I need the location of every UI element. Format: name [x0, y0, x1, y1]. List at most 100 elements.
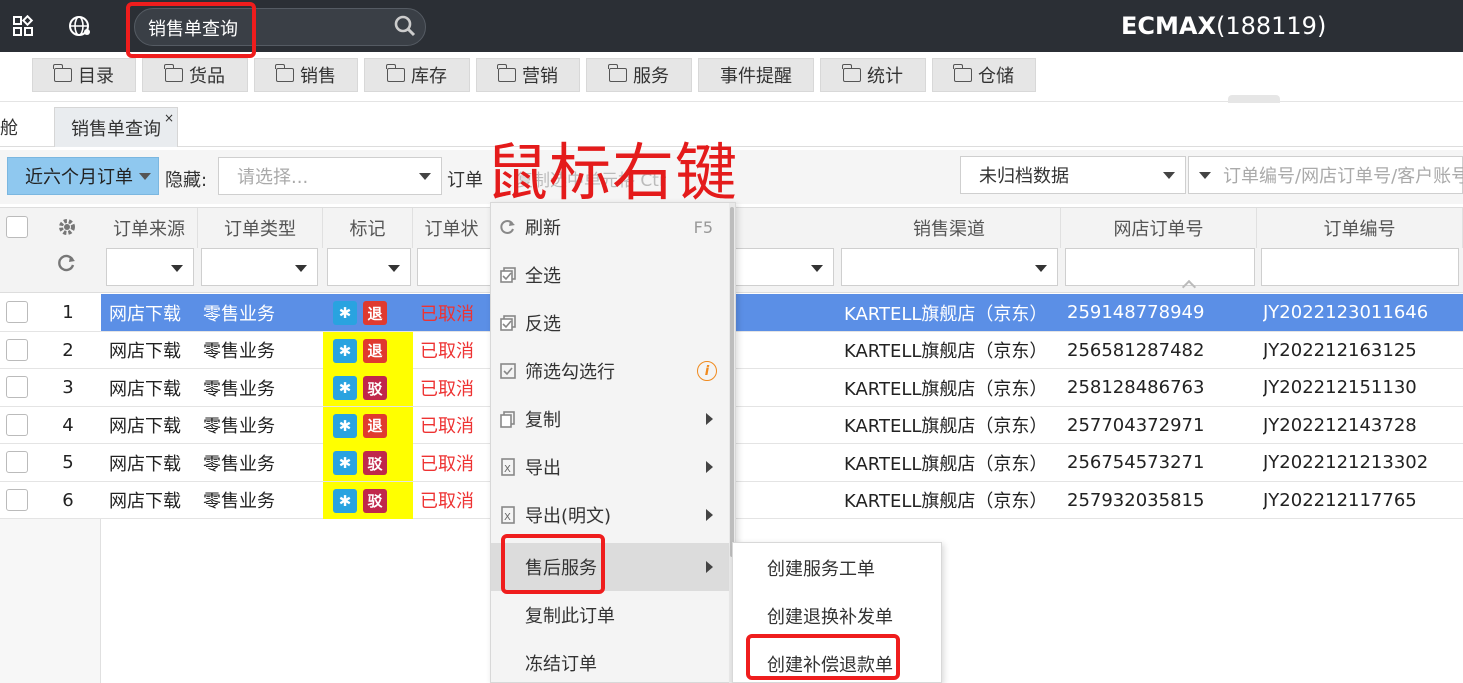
cell-sales-channel[interactable]: KARTELL旗舰店（京东） — [844, 407, 1060, 444]
col-shop-order-no[interactable]: 网店订单号 — [1061, 208, 1257, 248]
cell-order-type[interactable]: 零售业务 — [203, 482, 321, 519]
info-icon[interactable]: i — [697, 361, 717, 381]
cell-order-no[interactable]: JY202212151130 — [1263, 369, 1463, 406]
filter-order-no[interactable] — [1261, 248, 1459, 286]
cell-order-status[interactable]: 已取消 — [420, 369, 490, 406]
row-checkbox[interactable] — [6, 376, 28, 398]
cell-sales-channel[interactable]: KARTELL旗舰店（京东） — [844, 332, 1060, 369]
folder-icon — [386, 64, 405, 82]
refresh-icon[interactable] — [57, 253, 77, 278]
row-checkbox[interactable] — [6, 413, 28, 436]
scrollbar-thumb[interactable] — [730, 207, 734, 557]
cell-shop-order-no[interactable]: 257704372971 — [1067, 407, 1257, 444]
nav-service[interactable]: 服务 — [586, 58, 692, 92]
nav-catalog[interactable]: 目录 — [32, 58, 136, 92]
cell-shop-order-no[interactable]: 259148778949 — [1067, 294, 1257, 331]
nav-inventory[interactable]: 库存 — [364, 58, 470, 92]
menu-item-freeze-order[interactable]: 冻结订单 — [491, 639, 731, 683]
cell-order-type[interactable]: 零售业务 — [203, 444, 321, 481]
cell-order-no[interactable]: JY202212143728 — [1263, 407, 1463, 444]
cell-order-status[interactable]: 已取消 — [420, 294, 490, 331]
tab-sales-order-query[interactable]: 销售单查询 × — [54, 107, 178, 147]
tab-partial[interactable]: 舱 — [0, 107, 48, 147]
nav-marketing[interactable]: 营销 — [476, 58, 580, 92]
cell-order-source[interactable]: 网店下载 — [109, 294, 197, 331]
cell-order-type[interactable]: 零售业务 — [203, 407, 321, 444]
filter-order-source[interactable] — [106, 248, 194, 286]
nav-warehouse[interactable]: 仓储 — [932, 58, 1036, 92]
cell-order-source[interactable]: 网店下载 — [109, 332, 197, 369]
col-order-no[interactable]: 订单编号 — [1257, 208, 1463, 248]
col-mark[interactable]: 标记 — [323, 208, 413, 248]
cell-shop-order-no[interactable]: 256581287482 — [1067, 332, 1257, 369]
search-icon[interactable] — [394, 15, 416, 42]
cell-order-source[interactable]: 网店下载 — [109, 444, 197, 481]
menu-item-create-service-ticket[interactable]: 创建服务工单 — [733, 544, 941, 592]
cell-order-status[interactable]: 已取消 — [420, 407, 490, 444]
nav-goods[interactable]: 货品 — [142, 58, 248, 92]
period-dropdown-button[interactable]: 近六个月订单 — [7, 157, 159, 195]
col-order-source[interactable]: 订单来源 — [101, 208, 198, 248]
collapse-nav-handle[interactable] — [1228, 95, 1280, 103]
menu-item-create-return-exchange[interactable]: 创建退换补发单 — [733, 592, 941, 640]
gear-icon[interactable] — [57, 217, 77, 242]
nav-event-reminder[interactable]: 事件提醒 — [698, 58, 814, 92]
row-checkbox[interactable] — [6, 338, 28, 361]
cell-shop-order-no[interactable]: 257932035815 — [1067, 482, 1257, 519]
cell-sales-channel[interactable]: KARTELL旗舰店（京东） — [844, 444, 1060, 481]
cell-order-type[interactable]: 零售业务 — [203, 332, 321, 369]
menu-item-select-all[interactable]: 全选 — [491, 251, 731, 299]
col-sales-channel[interactable]: 销售渠道 — [838, 208, 1061, 248]
menu-item-copy-order[interactable]: 复制此订单 — [491, 591, 731, 639]
nav-sales[interactable]: 销售 — [254, 58, 358, 92]
cell-shop-order-no[interactable]: 256754573271 — [1067, 444, 1257, 481]
filter-order-type[interactable] — [201, 248, 318, 286]
select-all-checkbox[interactable] — [6, 216, 28, 238]
filter-order-status[interactable] — [417, 248, 493, 286]
select-all-icon — [499, 266, 517, 284]
archive-select[interactable]: 未归档数据 — [960, 156, 1186, 194]
cell-order-no[interactable]: JY202212163125 — [1263, 332, 1463, 369]
filter-hidden-col[interactable] — [736, 248, 834, 286]
cell-order-source[interactable]: 网店下载 — [109, 482, 197, 519]
cell-order-no[interactable]: JY2022123011646 — [1263, 294, 1463, 331]
cell-order-type[interactable]: 零售业务 — [203, 369, 321, 406]
menu-item-export[interactable]: X 导出 — [491, 443, 731, 491]
row-checkbox[interactable] — [6, 488, 28, 511]
cell-order-source[interactable]: 网店下载 — [109, 369, 197, 406]
hide-select[interactable]: 请选择... — [218, 157, 442, 195]
close-icon[interactable]: × — [164, 111, 174, 125]
menu-item-export-plain[interactable]: X 导出(明文) — [491, 491, 731, 539]
row-checkbox[interactable] — [6, 451, 28, 473]
apps-grid-icon[interactable] — [10, 13, 36, 39]
cell-shop-order-no[interactable]: 258128486763 — [1067, 369, 1257, 406]
cell-order-status[interactable]: 已取消 — [420, 332, 490, 369]
filter-mark[interactable] — [327, 248, 411, 286]
menu-item-refresh[interactable]: 刷新 F5 — [491, 203, 731, 251]
col-order-type[interactable]: 订单类型 — [198, 208, 323, 248]
cell-sales-channel[interactable]: KARTELL旗舰店（京东） — [844, 482, 1060, 519]
cell-order-source[interactable]: 网店下载 — [109, 407, 197, 444]
filter-shop-order-no[interactable] — [1065, 248, 1255, 286]
menu-item-copy[interactable]: 复制 — [491, 395, 731, 443]
nav-statistics[interactable]: 统计 — [820, 58, 926, 92]
cell-order-no[interactable]: JY202212117765 — [1263, 482, 1463, 519]
row-number: 3 — [62, 377, 74, 398]
cell-sales-channel[interactable]: KARTELL旗舰店（京东） — [844, 369, 1060, 406]
invert-selection-icon — [499, 314, 517, 332]
order-search-input[interactable]: 订单编号/网店订单号/客户账号 — [1188, 156, 1463, 194]
filter-sales-channel[interactable] — [841, 248, 1058, 286]
cell-order-type[interactable]: 零售业务 — [203, 294, 321, 331]
row-checkbox[interactable] — [6, 301, 28, 323]
cell-order-status[interactable]: 已取消 — [420, 444, 490, 481]
cell-sales-channel[interactable]: KARTELL旗舰店（京东） — [844, 294, 1060, 331]
menu-item-filter-checked[interactable]: 筛选勾选行 i — [491, 347, 731, 395]
globe-icon[interactable] — [67, 13, 93, 39]
excel-icon: X — [499, 506, 517, 524]
col-order-status[interactable]: 订单状 — [413, 208, 491, 248]
row-number: 6 — [62, 489, 74, 511]
cell-order-status[interactable]: 已取消 — [420, 482, 490, 519]
cell-order-no[interactable]: JY2022121213302 — [1263, 444, 1463, 481]
menu-item-invert-selection[interactable]: 反选 — [491, 299, 731, 347]
annotation-box-search — [126, 2, 256, 58]
